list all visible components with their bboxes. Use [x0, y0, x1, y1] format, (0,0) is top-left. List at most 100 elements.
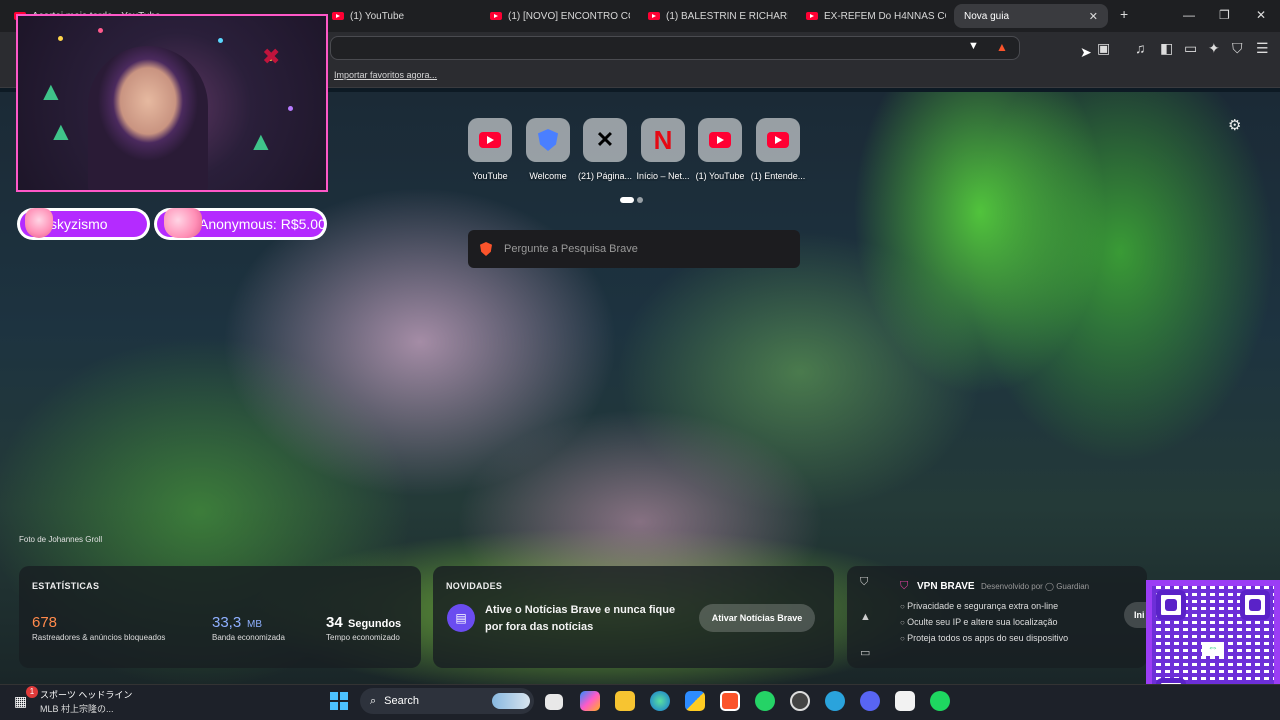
tab-4[interactable]: (1) BALESTRIN E RICHARD E — [648, 4, 788, 28]
telegram-icon[interactable] — [825, 691, 845, 711]
news-text: Ative o Notícias Brave e nunca fique por… — [485, 604, 676, 633]
news-widget-icon[interactable]: ▦ — [14, 693, 27, 710]
top-site-welcome[interactable] — [526, 118, 570, 162]
bandwidth-value: 33,3 — [212, 614, 242, 631]
youtube-icon — [806, 12, 818, 20]
bandwidth-unit: MB — [247, 619, 262, 630]
netflix-icon: N — [653, 124, 673, 155]
obs-icon[interactable] — [790, 691, 810, 711]
streamlabs-icon[interactable] — [895, 691, 915, 711]
wallet-icon[interactable]: ▭ — [1184, 40, 1197, 57]
string-light — [58, 36, 63, 41]
christmas-tree-icon: ▲ — [38, 76, 64, 106]
file-explorer-icon[interactable] — [615, 691, 635, 711]
top-site-youtube[interactable] — [468, 118, 512, 162]
media-music-icon[interactable]: ♫ — [1135, 40, 1146, 56]
search-icon: ⌕ — [370, 694, 377, 707]
notification-badge: 1 — [26, 686, 38, 698]
youtube-icon — [490, 12, 502, 20]
donor-alert-1: skyzismo — [17, 208, 150, 240]
time-value: 34 — [326, 614, 343, 631]
link-icon: ⇔ — [1202, 642, 1224, 656]
photo-credit: Foto de Johannes Groll — [19, 535, 103, 544]
top-site-label: (1) Entende... — [750, 171, 806, 181]
bandwidth-label: Banda economizada — [212, 633, 285, 642]
minimize-button[interactable]: — — [1183, 8, 1195, 22]
streamer-figure — [88, 46, 208, 190]
restore-button[interactable]: ❐ — [1219, 8, 1230, 22]
tab-2[interactable]: (1) YouTube — [332, 4, 472, 28]
vpn-shield-icon[interactable]: ⛉ — [1232, 40, 1243, 57]
new-tab-button[interactable]: + — [1120, 6, 1128, 22]
tab-3[interactable]: (1) [NOVO] ENCONTRO CO — [490, 4, 630, 28]
search-input[interactable] — [504, 243, 784, 255]
shield-icon[interactable]: ⛉ — [860, 576, 868, 589]
vpn-logo-icon: ⛉ — [900, 580, 909, 592]
vpn-developer: Desenvolvido por ◯ Guardian — [981, 582, 1090, 591]
youtube-icon — [479, 132, 501, 148]
trackers-label: Rastreadores & anúncios bloqueados — [32, 633, 166, 642]
youtube-icon — [767, 132, 789, 148]
qr-eye — [1240, 590, 1270, 620]
youtube-icon — [709, 132, 731, 148]
string-light — [218, 38, 223, 43]
news-widget-title[interactable]: スポーツ ヘッドライン — [40, 688, 132, 701]
page-dot-active[interactable] — [620, 197, 634, 203]
menu-icon[interactable]: ☰ — [1256, 40, 1269, 57]
vpn-triangle-icon[interactable]: ▲ — [860, 611, 871, 623]
news-title: NOVIDADES — [446, 581, 503, 591]
brave-taskbar-icon[interactable] — [720, 691, 740, 711]
brave-rewards-icon[interactable]: ▲ — [996, 40, 1008, 54]
brave-search-box[interactable] — [468, 230, 800, 268]
trackers-value: 678 — [32, 614, 58, 631]
news-icon: ▤ — [447, 604, 475, 632]
string-light — [98, 28, 103, 33]
stats-title: ESTATÍSTICAS — [32, 581, 100, 591]
stats-card: ESTATÍSTICAS 678 Rastreadores & anúncios… — [19, 566, 421, 668]
brave-lion-icon — [480, 242, 492, 256]
video-icon[interactable]: ▭ — [860, 646, 870, 659]
tab-5[interactable]: EX-REFEM Do H4NNAS COI — [806, 4, 946, 28]
address-bar[interactable] — [330, 36, 1020, 60]
discord-icon[interactable] — [860, 691, 880, 711]
vpn-feature: Privacidade e segurança extra on-line — [900, 601, 1058, 611]
top-site-youtube-3[interactable] — [756, 118, 800, 162]
string-light — [288, 106, 293, 111]
task-view-icon[interactable] — [545, 694, 563, 710]
donor-alert-2: Anonymous: R$5.00 — [154, 208, 327, 240]
cup-icon — [25, 208, 53, 238]
x-icon: ✕ — [595, 127, 615, 152]
gear-icon[interactable]: ⚙ — [1228, 116, 1241, 134]
leo-ai-icon[interactable]: ✦ — [1208, 40, 1220, 57]
edge-icon[interactable] — [650, 691, 670, 711]
windows-start-icon[interactable] — [330, 692, 348, 710]
top-site-netflix[interactable]: N — [641, 118, 685, 162]
spotify-icon[interactable] — [930, 691, 950, 711]
cup-icon — [164, 208, 202, 238]
whatsapp-icon[interactable] — [755, 691, 775, 711]
brave-welcome-icon — [538, 129, 558, 151]
bow-icon: ✖ — [262, 44, 281, 69]
close-tab-icon[interactable]: ✕ — [1089, 10, 1098, 23]
news-card: NOVIDADES ▤ Ative o Notícias Brave e nun… — [433, 566, 834, 668]
close-window-button[interactable]: ✕ — [1256, 8, 1266, 22]
taskbar-search-label: Search — [384, 695, 420, 707]
streamer-webcam: ▲ ▲ ▲ ✖ — [16, 14, 328, 192]
copilot-icon[interactable] — [580, 691, 600, 711]
vpn-title: VPN BRAVE — [917, 581, 975, 592]
brave-shields-icon[interactable]: ▼ — [968, 40, 979, 52]
enable-news-button[interactable]: Ativar Notícias Brave — [699, 604, 815, 632]
import-bookmarks-link[interactable]: Importar favoritos agora... — [334, 70, 437, 80]
sidebar-icon[interactable]: ◧ — [1160, 40, 1173, 57]
tab-search-icon[interactable]: ▣ — [1097, 40, 1110, 57]
time-unit: Segundos — [348, 618, 402, 630]
taskbar-search[interactable]: ⌕ Search — [360, 688, 534, 714]
top-site-x[interactable]: ✕ — [583, 118, 627, 162]
top-sites-pager — [620, 197, 643, 203]
top-site-youtube-2[interactable] — [698, 118, 742, 162]
ms-store-icon[interactable] — [685, 691, 705, 711]
christmas-tree-icon: ▲ — [248, 126, 274, 156]
tab-active[interactable]: Nova guia ✕ — [954, 4, 1108, 28]
page-dot[interactable] — [637, 197, 643, 203]
vpn-feature: Proteja todos os apps do seu dispositivo — [900, 633, 1068, 643]
